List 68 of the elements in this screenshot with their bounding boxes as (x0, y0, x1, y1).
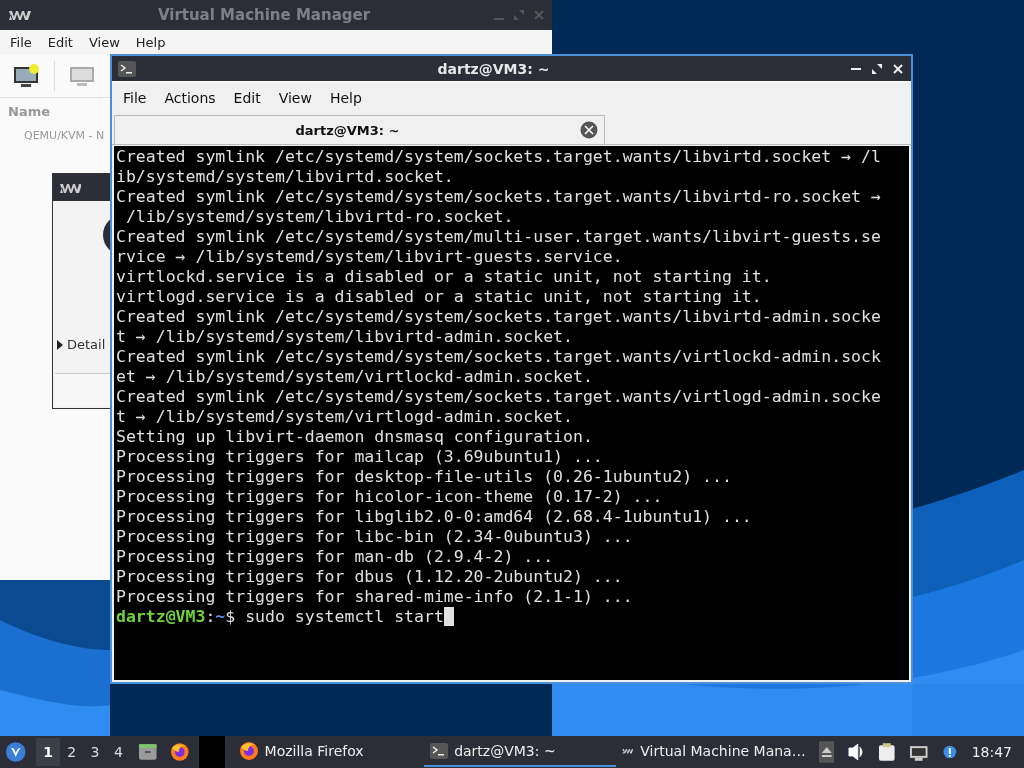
app-logo-icon (8, 8, 34, 22)
maximize-icon[interactable] (872, 63, 882, 74)
output-line: Processing triggers for libglib2.0-0:amd64 (2.68.4-1ubuntu1) ... (116, 507, 753, 527)
output-line: Created symlink /etc/systemd/system/sockets.target.wants/virtlogd-admin.socke (116, 387, 882, 407)
output-line: /lib/systemd/system/libvirtd-ro.socket. (124, 207, 515, 227)
output-line: Created symlink /etc/systemd/system/sockets.target.wants/libvirtd.socket → /l (116, 147, 882, 167)
output-line: Processing triggers for man-db (2.9.4-2) ... (116, 547, 555, 567)
text-cursor (443, 607, 454, 626)
menu-item[interactable]: Help (127, 35, 174, 50)
prompt-separator: : (205, 607, 216, 626)
empty-launcher (199, 736, 225, 768)
output-line: rvice → /lib/systemd/system/libvirt-guests.service. (116, 247, 624, 267)
output-line: t → /lib/systemd/system/libvirtd-admin.socket. (116, 327, 574, 347)
menu-item[interactable]: View (269, 90, 321, 106)
output-line: Processing triggers for desktop-file-utils (0.26-1ubuntu2) ... (116, 467, 733, 487)
browser-icon[interactable] (169, 742, 190, 762)
prompt-user: dartz@VM3 (116, 607, 206, 626)
output-line: Processing triggers for shared-mime-info (2.1-1) ... (116, 587, 634, 607)
menu-item[interactable]: View (80, 35, 128, 50)
menu-item[interactable]: File (114, 90, 156, 106)
browser-icon[interactable] (238, 741, 259, 761)
speaker-icon[interactable] (848, 742, 864, 762)
terminal-icon[interactable] (430, 743, 449, 759)
menu-item[interactable]: Edit (224, 90, 270, 106)
network-icon[interactable] (909, 743, 929, 761)
column-header: Name (7, 103, 51, 121)
output-line: Created symlink /etc/systemd/system/sockets.target.wants/libvirtd-ro.socket → (116, 187, 882, 207)
eject-icon[interactable] (818, 741, 835, 763)
file-cabinet-icon[interactable] (138, 742, 158, 762)
window-title: dartz@VM3: ~ (436, 60, 551, 77)
output-line: Processing triggers for libc-bin (2.34-0ubuntu3) ... (116, 527, 634, 547)
output-line: t → /lib/systemd/system/virtlogd-admin.socket. (116, 407, 574, 427)
start-menu-icon[interactable] (5, 741, 27, 763)
workspace-button[interactable]: 1 (36, 738, 60, 766)
window-title: Virtual Machine Manager (156, 6, 372, 24)
menu-item[interactable]: Edit (39, 35, 81, 50)
new-vm-icon[interactable] (12, 64, 40, 88)
prompt-path: ~ (215, 607, 226, 626)
output-line: Created symlink /etc/systemd/system/sockets.target.wants/libvirtd-admin.socke (116, 307, 882, 327)
output-line: virtlockd.service is a disabled or a static unit, not starting it. (116, 267, 773, 287)
expander-arrow-icon[interactable] (57, 339, 63, 350)
output-line: et → /lib/systemd/system/virtlockd-admin.socket. (116, 367, 594, 387)
output-line: ib/systemd/system/libvirtd.socket. (116, 167, 455, 187)
workspace-button[interactable]: 2 (59, 738, 84, 766)
info-icon[interactable] (943, 745, 957, 759)
terminal-icon (118, 60, 136, 77)
output-line: Processing triggers for hicolor-icon-theme (0.17-2) ... (116, 487, 664, 507)
command-text: $ sudo systemctl start (225, 607, 444, 626)
output-line: Processing triggers for dbus (1.12.20-2ubuntu2) ... (116, 567, 624, 587)
output-line: Created symlink /etc/systemd/system/multi-user.target.wants/libvirt-guests.se (116, 227, 882, 247)
workspace-button[interactable]: 3 (83, 738, 107, 766)
terminal-output[interactable] (114, 146, 909, 680)
menu-item[interactable]: File (2, 35, 40, 50)
menu-item[interactable]: Actions (155, 90, 225, 106)
tab[interactable]: dartz@VM3: ~ (114, 115, 605, 144)
taskbar-button[interactable]: Mozilla Firefox (232, 737, 425, 767)
close-tab-icon[interactable] (580, 121, 598, 139)
taskbar-button[interactable]: dartz@VM3: ~ (424, 737, 616, 767)
details-expander[interactable]: Detail (67, 337, 106, 352)
clipboard-icon[interactable] (877, 742, 896, 762)
menu-item[interactable]: Help (320, 90, 371, 106)
taskbar-button[interactable]: Virtual Machine Mana… (615, 737, 812, 767)
output-line: Created symlink /etc/systemd/system/sockets.target.wants/virtlockd-admin.sock (116, 347, 882, 367)
clock: 18:47 (970, 744, 1013, 760)
output-line: Processing triggers for mailcap (3.69ubuntu1) ... (116, 447, 604, 467)
output-line: virtlogd.service is a disabled or a static unit, not starting it. (116, 287, 763, 307)
output-line: Setting up libvirt-daemon dnsmasq configuration. (116, 427, 594, 447)
workspace-button[interactable]: 4 (106, 738, 131, 766)
